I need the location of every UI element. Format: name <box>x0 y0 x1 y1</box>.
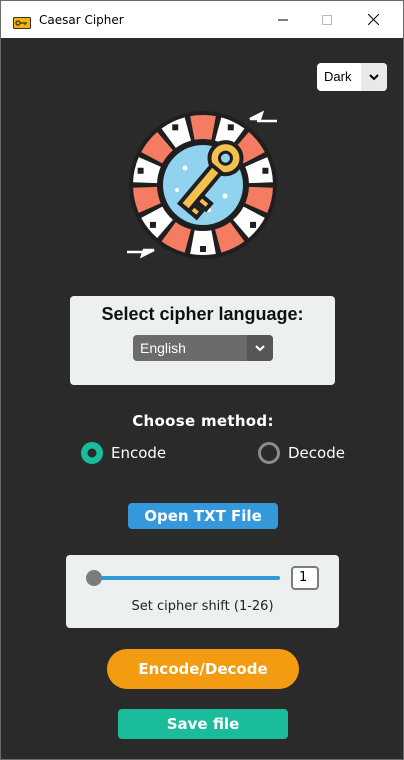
encode-radio[interactable]: Encode <box>81 442 166 464</box>
chevron-down-icon[interactable] <box>361 63 387 91</box>
theme-dropdown[interactable]: Dark <box>317 63 387 91</box>
minimize-button[interactable] <box>260 1 306 38</box>
shift-slider-track[interactable] <box>93 576 280 580</box>
title-bar: Caesar Cipher <box>1 1 403 38</box>
key-dial-icon <box>119 98 289 268</box>
shift-card: 1 Set cipher shift (1-26) <box>66 555 339 628</box>
decode-label: Decode <box>288 444 345 462</box>
close-button[interactable] <box>350 1 396 38</box>
close-icon <box>367 14 379 25</box>
method-title: Choose method: <box>132 412 274 430</box>
open-txt-file-button[interactable]: Open TXT File <box>128 503 278 529</box>
language-value: English <box>140 340 186 356</box>
app-window: Caesar Cipher Dark Select cipher languag… <box>0 0 404 760</box>
minimize-icon <box>278 19 288 20</box>
shift-value-input[interactable]: 1 <box>291 566 319 590</box>
encode-label: Encode <box>111 444 167 462</box>
radio-unselected-icon[interactable] <box>258 442 280 464</box>
decode-radio[interactable]: Decode <box>258 442 345 464</box>
key-app-icon <box>13 14 31 29</box>
shift-label: Set cipher shift (1-26) <box>131 599 274 614</box>
shift-slider-handle[interactable] <box>86 570 102 586</box>
radio-selected-icon[interactable] <box>81 442 103 464</box>
window-title: Caesar Cipher <box>39 13 124 27</box>
theme-value: Dark <box>324 69 352 84</box>
maximize-button[interactable] <box>304 1 350 38</box>
main-content: Dark Select cipher language: English Cho… <box>9 38 397 754</box>
save-file-button[interactable]: Save file <box>118 709 288 739</box>
language-title: Select cipher language: <box>101 304 304 324</box>
encode-decode-button[interactable]: Encode/Decode <box>107 649 299 689</box>
chevron-down-icon[interactable] <box>247 335 273 361</box>
maximize-icon <box>322 14 332 25</box>
language-dropdown[interactable]: English <box>133 335 273 361</box>
language-card: Select cipher language: English <box>70 296 335 385</box>
